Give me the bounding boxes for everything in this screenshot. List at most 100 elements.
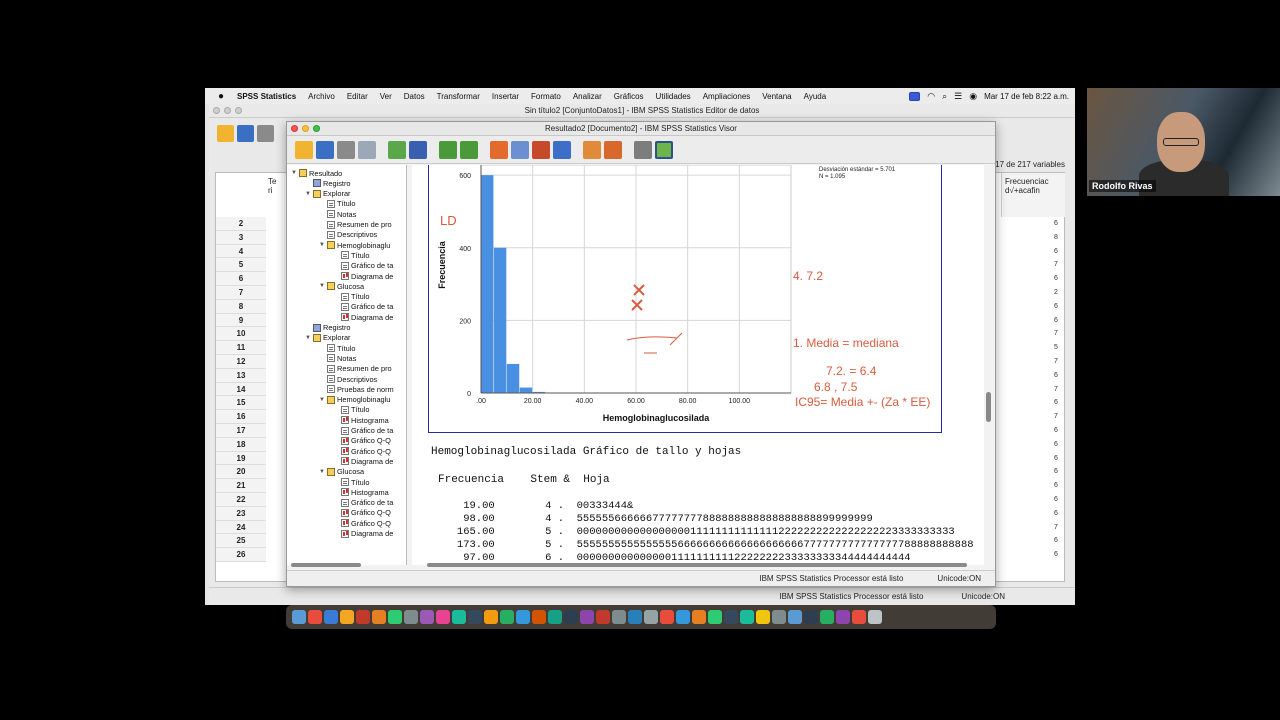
dock-app-icon[interactable] (708, 610, 722, 624)
cell-value[interactable]: 6 (1054, 452, 1064, 466)
cell-value[interactable]: 8 (1054, 231, 1064, 245)
dock-app-icon[interactable] (452, 610, 466, 624)
goto-case-icon[interactable] (511, 140, 529, 159)
dock-app-icon[interactable] (356, 610, 370, 624)
menu-ayuda[interactable]: Ayuda (804, 92, 827, 101)
edit-output-icon[interactable] (583, 140, 601, 159)
dock-app-icon[interactable] (388, 610, 402, 624)
dock-app-icon[interactable] (580, 610, 594, 624)
dock-app-icon[interactable] (756, 610, 770, 624)
menu-editar[interactable]: Editar (347, 92, 368, 101)
cell-value[interactable]: 6 (1054, 465, 1064, 479)
outline-item[interactable]: ▼ Explorar (305, 333, 351, 343)
cell-value[interactable]: 6 (1054, 424, 1064, 438)
menu-archivo[interactable]: Archivo (308, 92, 335, 101)
zoom-icon[interactable] (235, 107, 242, 114)
open-folder-icon[interactable] (217, 124, 234, 142)
cell-value[interactable]: 6 (1054, 507, 1064, 521)
cell-value[interactable]: 6 (1054, 548, 1064, 562)
row-number[interactable]: 22 (216, 492, 266, 507)
minimize-icon[interactable] (302, 125, 309, 132)
menu-transformar[interactable]: Transformar (437, 92, 480, 101)
row-number[interactable]: 15 (216, 396, 266, 411)
row-number[interactable]: 9 (216, 313, 266, 328)
cell-value[interactable]: 6 (1054, 245, 1064, 259)
cell-value[interactable]: 5 (1054, 341, 1064, 355)
outline-item[interactable]: Título (333, 405, 369, 415)
menu-graficos[interactable]: Gráficos (614, 92, 644, 101)
outline-item[interactable]: ▼ Glucosa (319, 281, 364, 291)
dock-app-icon[interactable] (868, 610, 882, 624)
outline-item[interactable]: ▼ Glucosa (319, 467, 364, 477)
dock-app-icon[interactable] (404, 610, 418, 624)
dock-app-icon[interactable] (468, 610, 482, 624)
row-number[interactable]: 26 (216, 548, 266, 562)
outline-item[interactable]: Diagrama de (333, 312, 393, 322)
row-number[interactable]: 4 (216, 244, 266, 259)
menu-formato[interactable]: Formato (531, 92, 561, 101)
cell-value[interactable]: 6 (1054, 438, 1064, 452)
row-number[interactable]: 20 (216, 465, 266, 480)
print-preview-icon[interactable] (358, 140, 376, 159)
row-number[interactable]: 11 (216, 341, 266, 355)
dock-app-icon[interactable] (420, 610, 434, 624)
outline-item[interactable]: Registro (305, 323, 351, 333)
outline-item[interactable]: Gráfico de ta (333, 426, 393, 436)
save-icon[interactable] (237, 124, 254, 142)
undo-icon[interactable] (439, 140, 457, 159)
outline-item[interactable]: Gráfico Q-Q (333, 518, 391, 528)
menubar-app-name[interactable]: SPSS Statistics (237, 92, 296, 101)
siri-icon[interactable]: ◉ (969, 91, 977, 102)
chevron-down-icon[interactable]: ▼ (319, 283, 325, 289)
row-number[interactable]: 2 (216, 217, 266, 231)
cell-value[interactable]: 6 (1054, 493, 1064, 507)
insert-variable-icon[interactable] (553, 140, 571, 159)
dock-app-icon[interactable] (836, 610, 850, 624)
outline-item[interactable]: ▼ Resultado (291, 168, 342, 178)
dock-app-icon[interactable] (852, 610, 866, 624)
row-number[interactable]: 19 (216, 451, 266, 466)
dock-app-icon[interactable] (372, 610, 386, 624)
outline-item[interactable]: Notas (319, 209, 356, 219)
row-number[interactable]: 21 (216, 479, 266, 493)
menu-analizar[interactable]: Analizar (573, 92, 602, 101)
dock-app-icon[interactable] (340, 610, 354, 624)
row-number[interactable]: 6 (216, 272, 266, 286)
print-icon[interactable] (337, 140, 355, 159)
redo-icon[interactable] (460, 140, 478, 159)
menu-ventana[interactable]: Ventana (762, 92, 791, 101)
outline-item[interactable]: Gráfico de ta (333, 302, 393, 312)
cell-value[interactable]: 6 (1054, 534, 1064, 548)
cell-value[interactable]: 7 (1054, 355, 1064, 369)
dock-app-icon[interactable] (532, 610, 546, 624)
screen-share-icon[interactable] (909, 91, 921, 101)
outline-horizontal-scrollbar[interactable] (291, 563, 361, 567)
outline-item[interactable]: Título (333, 292, 369, 302)
dock-app-icon[interactable] (324, 610, 338, 624)
row-number[interactable]: 8 (216, 299, 266, 314)
outline-item[interactable]: Descriptivos (319, 374, 377, 384)
outline-item[interactable]: Registro (305, 178, 351, 188)
dock-app-icon[interactable] (676, 610, 690, 624)
cell-value[interactable]: 6 (1054, 479, 1064, 493)
outline-item[interactable]: Histograma (333, 415, 389, 425)
output-outline-pane[interactable]: ▼ Resultado Registro ▼ Explorar Título Notas Re… (287, 165, 407, 565)
outline-item[interactable]: ▼ Explorar (305, 189, 351, 199)
row-number[interactable]: 10 (216, 327, 266, 342)
menu-datos[interactable]: Datos (404, 92, 425, 101)
row-number[interactable]: 3 (216, 230, 266, 245)
dock-app-icon[interactable] (500, 610, 514, 624)
outline-item[interactable]: Diagrama de (333, 456, 393, 466)
row-number[interactable]: 25 (216, 534, 266, 549)
dock-app-icon[interactable] (820, 610, 834, 624)
outline-item[interactable]: Histograma (333, 487, 389, 497)
outline-item[interactable]: Gráfico de ta (333, 498, 393, 508)
row-number[interactable]: 13 (216, 368, 266, 383)
dock-app-icon[interactable] (308, 610, 322, 624)
cell-value[interactable]: 7 (1054, 383, 1064, 397)
outline-item[interactable]: Título (319, 343, 355, 353)
row-number[interactable]: 7 (216, 285, 266, 300)
column-header-frecuencia[interactable]: Frecuenciac d√+acafin (1001, 173, 1065, 217)
dock-app-icon[interactable] (548, 610, 562, 624)
outline-item[interactable]: Gráfico de ta (333, 261, 393, 271)
